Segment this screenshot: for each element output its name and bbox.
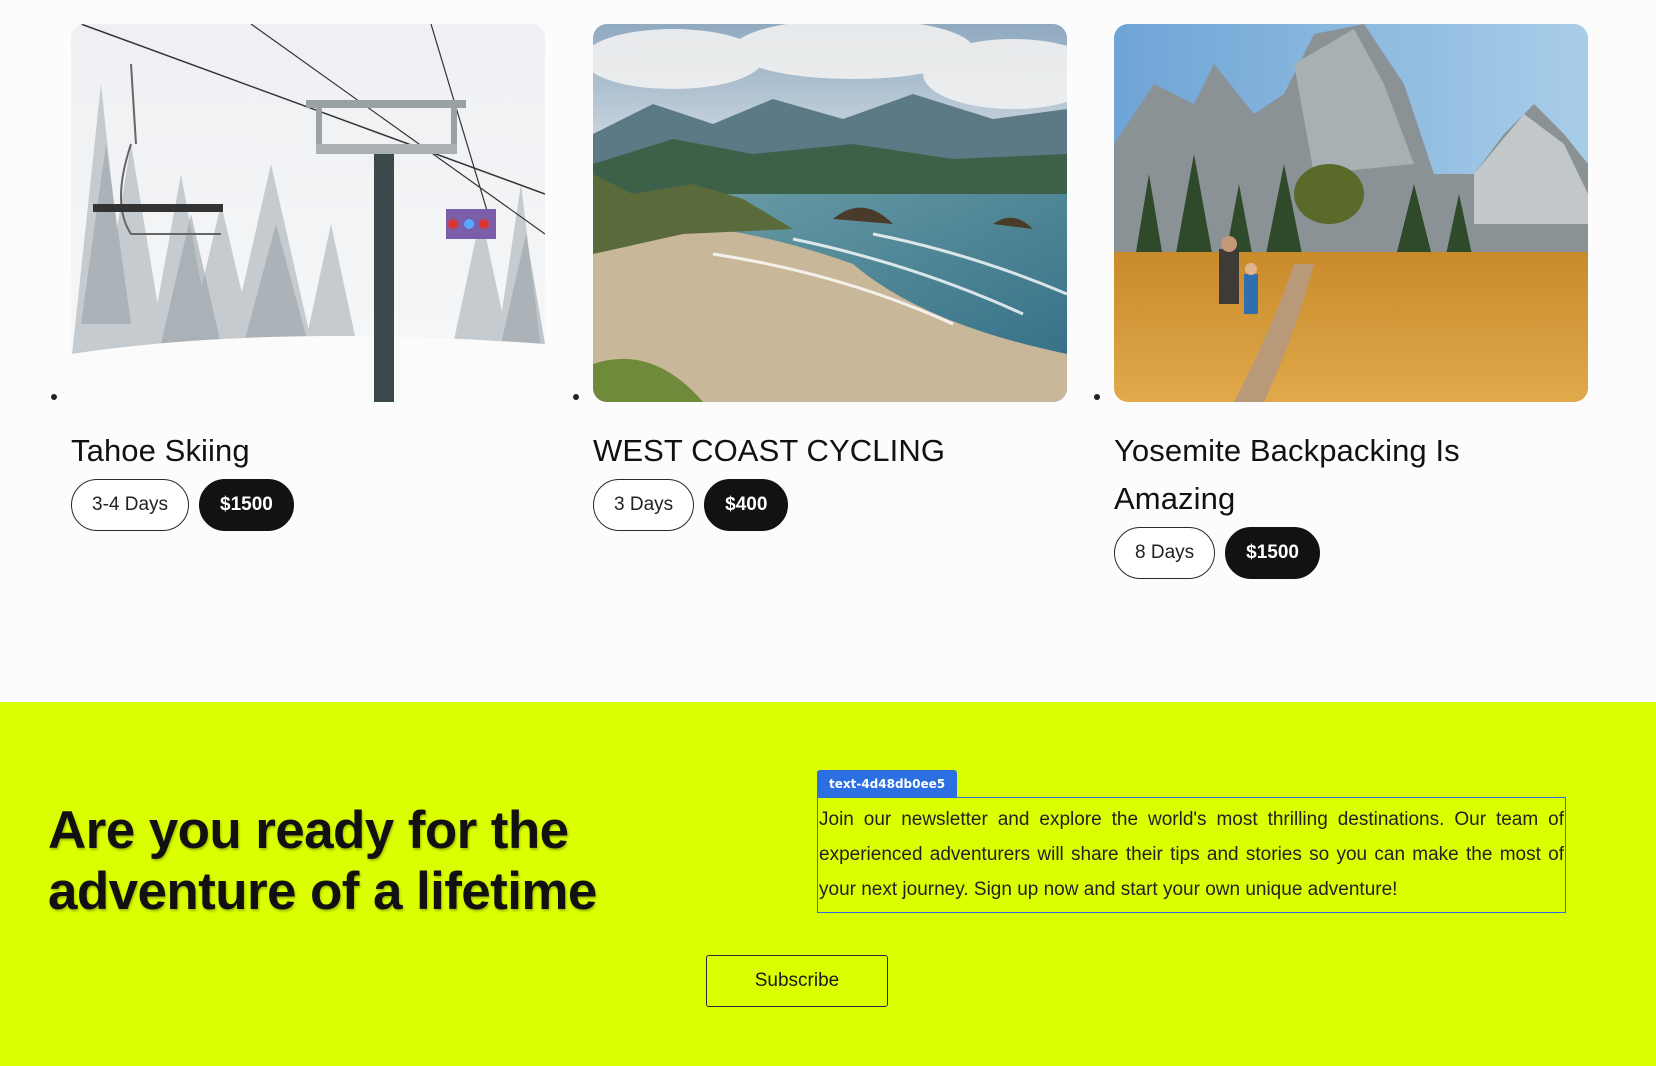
duration-badge: 3-4 Days: [71, 479, 190, 531]
trip-title[interactable]: Yosemite Backpacking Is Amazing: [1114, 427, 1588, 523]
subscribe-button[interactable]: Subscribe: [706, 955, 888, 1007]
list-bullet: [573, 394, 579, 400]
price-badge: $400: [704, 479, 789, 531]
newsletter-headline: Are you ready for the adventure of a lif…: [48, 801, 597, 921]
trip-title[interactable]: Tahoe Skiing: [71, 427, 545, 475]
trip-tags: 3 Days $400: [593, 479, 1067, 531]
price-badge: $1500: [199, 479, 294, 531]
trip-image-ski[interactable]: [71, 24, 545, 402]
duration-badge: 8 Days: [1114, 527, 1216, 579]
duration-badge: 3 Days: [593, 479, 695, 531]
trip-image-yosemite[interactable]: [1114, 24, 1588, 402]
trip-card[interactable]: Tahoe Skiing 3-4 Days $1500: [51, 24, 545, 531]
list-bullet: [51, 394, 57, 400]
page: Tahoe Skiing 3-4 Days $1500 WEST COAST C…: [0, 0, 1656, 1066]
trip-card[interactable]: Yosemite Backpacking Is Amazing 8 Days $…: [1094, 24, 1588, 579]
trips-section: Tahoe Skiing 3-4 Days $1500 WEST COAST C…: [0, 0, 1656, 702]
newsletter-description[interactable]: Join our newsletter and explore the worl…: [817, 797, 1566, 913]
trip-tags: 3-4 Days $1500: [71, 479, 545, 531]
trip-image-coast[interactable]: [593, 24, 1067, 402]
trip-tags: 8 Days $1500: [1114, 527, 1588, 579]
price-badge: $1500: [1225, 527, 1320, 579]
trip-card[interactable]: WEST COAST CYCLING 3 Days $400: [573, 24, 1067, 531]
trip-title[interactable]: WEST COAST CYCLING: [593, 427, 1067, 475]
element-id-tag: text-4d48db0ee5: [817, 770, 958, 797]
newsletter-section: Are you ready for the adventure of a lif…: [0, 702, 1656, 1066]
list-bullet: [1094, 394, 1100, 400]
